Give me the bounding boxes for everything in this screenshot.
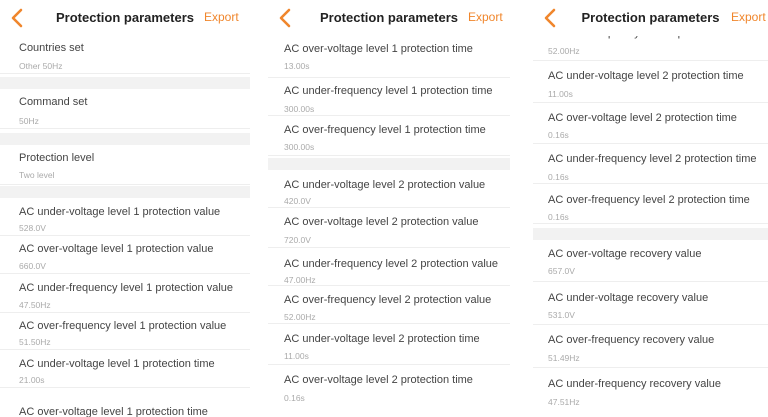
item-value: 0.16s bbox=[284, 393, 305, 403]
list-item[interactable]: AC under-voltage level 2 protection time… bbox=[268, 324, 510, 365]
list-item[interactable]: Countries set Other 50Hz bbox=[0, 36, 250, 74]
item-value: 47.50Hz bbox=[19, 300, 51, 310]
list-item[interactable]: AC over-frequency level 1 protection val… bbox=[0, 313, 250, 350]
item-value: 51.50Hz bbox=[19, 337, 51, 347]
section-divider bbox=[533, 228, 768, 240]
item-label: AC under-voltage level 2 protection time bbox=[284, 333, 480, 345]
list-item[interactable]: AC over-voltage level 2 protection time … bbox=[533, 103, 768, 144]
item-value: Other 50Hz bbox=[19, 61, 63, 71]
list-item[interactable]: AC under-frequency level 2 protection ti… bbox=[533, 144, 768, 184]
item-value: 21.00s bbox=[19, 375, 45, 385]
section-divider bbox=[0, 133, 250, 145]
list-item[interactable]: AC over-voltage level 1 protection time bbox=[0, 388, 250, 417]
item-label: AC over-frequency level 1 protection tim… bbox=[284, 124, 486, 136]
list-item[interactable]: AC under-voltage level 2 protection time… bbox=[533, 61, 768, 103]
item-label: AC under-voltage recovery value bbox=[548, 292, 709, 304]
item-label: AC over-frequency level 2 protection val… bbox=[284, 294, 492, 306]
item-value: 528.0V bbox=[19, 223, 46, 233]
item-label: AC under-voltage level 2 protection valu… bbox=[284, 179, 486, 191]
item-value: Two level bbox=[19, 170, 55, 180]
export-button[interactable]: Export bbox=[468, 10, 503, 24]
export-button[interactable]: Export bbox=[731, 10, 766, 24]
item-value: 657.0V bbox=[548, 266, 575, 276]
item-label: AC over-frequency level 1 protection val… bbox=[19, 320, 227, 332]
section-divider bbox=[0, 77, 250, 89]
item-label: AC under-frequency level 1 protection ti… bbox=[284, 85, 493, 97]
item-label: AC under-voltage level 1 protection valu… bbox=[19, 206, 221, 218]
export-button[interactable]: Export bbox=[204, 10, 239, 24]
item-label: Command set bbox=[19, 96, 88, 108]
item-value: 420.0V bbox=[284, 196, 311, 206]
item-label: AC over-voltage level 2 protection time bbox=[548, 112, 737, 124]
item-value: 0.16s bbox=[548, 212, 569, 222]
item-label: AC over-voltage level 1 protection value bbox=[19, 243, 214, 255]
list-item[interactable]: Command set 50Hz bbox=[0, 89, 250, 129]
item-label: AC under-frequency level 2 protection ti… bbox=[548, 153, 757, 165]
list-item[interactable]: AC under-frequency level 1 protection va… bbox=[0, 274, 250, 313]
item-value: 52.00Hz bbox=[548, 46, 580, 56]
list-item[interactable]: AC under-voltage level 1 protection time… bbox=[0, 350, 250, 388]
item-value: 0.16s bbox=[548, 130, 569, 140]
list-item[interactable]: AC under-frequency recovery value 47.51H… bbox=[533, 368, 768, 417]
item-label: AC under-voltage level 2 protection time bbox=[548, 70, 744, 82]
list-item[interactable]: AC under-frequency level 2 protection va… bbox=[268, 248, 510, 286]
list-item[interactable]: AC under-voltage level 2 protection valu… bbox=[268, 170, 510, 208]
item-value: 50Hz bbox=[19, 116, 39, 126]
item-label: AC over-voltage level 2 protection value bbox=[284, 216, 479, 228]
list-item[interactable]: AC under-voltage recovery value 531.0V bbox=[533, 282, 768, 325]
item-value: 47.00Hz bbox=[284, 275, 316, 285]
list-item[interactable]: Protection level Two level bbox=[0, 145, 250, 185]
item-value: 47.51Hz bbox=[548, 397, 580, 407]
parameter-list: Countries set Other 50Hz Command set 50H… bbox=[0, 36, 250, 417]
screenshot-collage: Protection parameters Export Countries s… bbox=[0, 0, 768, 417]
nav-header: Protection parameters Export bbox=[0, 0, 250, 36]
item-value: 300.00s bbox=[284, 142, 315, 152]
item-value: 0.16s bbox=[548, 172, 569, 182]
nav-header: Protection parameters Export bbox=[268, 0, 510, 36]
item-value: 720.0V bbox=[284, 235, 311, 245]
list-item[interactable]: AC over-voltage level 2 protection time … bbox=[268, 365, 510, 417]
list-item[interactable]: AC over-voltage level 2 protection value… bbox=[268, 208, 510, 248]
item-label: AC over-voltage level 1 protection time bbox=[284, 43, 473, 55]
screen-3: Protection parameters Export AC over-fre… bbox=[533, 0, 768, 417]
item-label: Countries set bbox=[19, 42, 84, 54]
item-label: AC under-frequency recovery value bbox=[548, 378, 722, 390]
list-item[interactable]: AC over-voltage recovery value 657.0V bbox=[533, 240, 768, 282]
item-value: 13.00s bbox=[284, 61, 310, 71]
parameter-list: AC over-frequency level 2 protection val… bbox=[533, 27, 768, 417]
item-label: AC under-frequency level 1 protection va… bbox=[19, 282, 234, 294]
item-value: 11.00s bbox=[548, 89, 573, 99]
item-label: AC over-frequency recovery value bbox=[548, 334, 715, 346]
list-item[interactable]: AC over-frequency level 1 protection tim… bbox=[268, 116, 510, 156]
screen-1: Protection parameters Export Countries s… bbox=[0, 0, 250, 417]
nav-header: Protection parameters Export bbox=[533, 0, 768, 36]
item-value: 531.0V bbox=[548, 310, 575, 320]
item-label: Protection level bbox=[19, 152, 95, 164]
list-item[interactable]: AC over-frequency level 2 protection val… bbox=[268, 286, 510, 324]
item-label: AC over-voltage level 2 protection time bbox=[284, 374, 473, 386]
list-item[interactable]: AC over-frequency recovery value 51.49Hz bbox=[533, 325, 768, 368]
section-divider bbox=[0, 186, 250, 198]
item-label: AC over-voltage recovery value bbox=[548, 248, 702, 260]
item-label: AC under-voltage level 1 protection time bbox=[19, 358, 215, 370]
list-item[interactable]: AC under-frequency level 1 protection ti… bbox=[268, 78, 510, 116]
list-item[interactable]: AC over-frequency level 2 protection tim… bbox=[533, 184, 768, 224]
item-label: AC over-voltage level 1 protection time bbox=[19, 406, 208, 417]
list-item[interactable]: AC under-voltage level 1 protection valu… bbox=[0, 198, 250, 236]
section-divider bbox=[268, 158, 510, 170]
item-value: 300.00s bbox=[284, 104, 315, 114]
item-label: AC over-frequency level 2 protection tim… bbox=[548, 194, 750, 206]
list-item[interactable]: AC over-voltage level 1 protection value… bbox=[0, 236, 250, 274]
parameter-list: AC over-voltage level 1 protection time … bbox=[268, 36, 510, 417]
list-item[interactable]: AC over-voltage level 1 protection time … bbox=[268, 36, 510, 78]
item-label: AC under-frequency level 2 protection va… bbox=[284, 258, 499, 270]
item-value: 660.0V bbox=[19, 261, 46, 271]
screen-2: Protection parameters Export AC over-vol… bbox=[268, 0, 510, 417]
item-value: 51.49Hz bbox=[548, 353, 580, 363]
item-value: 11.00s bbox=[284, 351, 309, 361]
item-value: 52.00Hz bbox=[284, 312, 316, 322]
